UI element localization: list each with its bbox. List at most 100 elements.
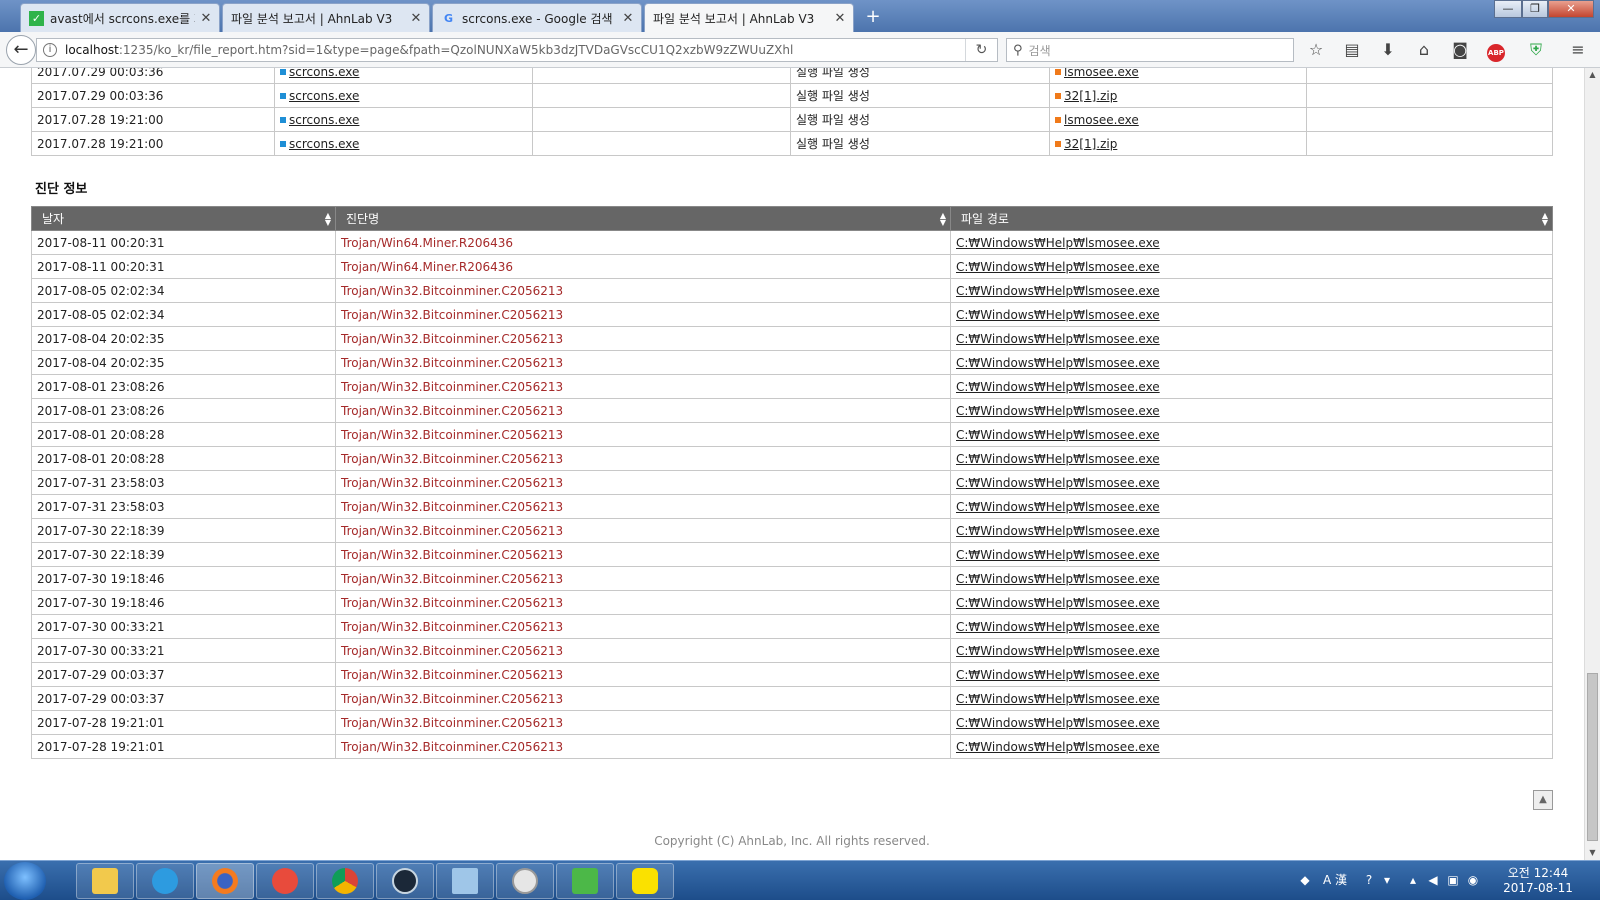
taskbar-ccleaner[interactable]: [256, 863, 314, 899]
file-path-link[interactable]: C:₩Windows₩Help₩lsmosee.exe: [956, 380, 1160, 394]
search-input[interactable]: ⚲ 검색: [1006, 38, 1294, 62]
close-tab-icon[interactable]: ✕: [621, 11, 635, 26]
close-tab-icon[interactable]: ✕: [199, 11, 213, 26]
taskbar-chrome[interactable]: [316, 863, 374, 899]
column-header-path[interactable]: 파일 경로 ▲ ▼: [950, 206, 1553, 231]
file-path-link[interactable]: C:₩Windows₩Help₩lsmosee.exe: [956, 668, 1160, 682]
diagnosis-path: C:₩Windows₩Help₩lsmosee.exe: [950, 566, 1553, 591]
file-path-link[interactable]: C:₩Windows₩Help₩lsmosee.exe: [956, 308, 1160, 322]
scrollbar-thumb[interactable]: [1587, 673, 1598, 841]
tab-report-1[interactable]: 파일 분석 보고서 | AhnLab V3 ✕: [222, 3, 430, 32]
activity-blank: [532, 68, 791, 84]
diagnosis-name: Trojan/Win32.Bitcoinminer.C2056213: [335, 638, 951, 663]
scroll-to-top-button[interactable]: ▲: [1533, 790, 1553, 810]
taskbar-speed[interactable]: [496, 863, 554, 899]
close-tab-icon[interactable]: ✕: [409, 11, 423, 26]
file-path-link[interactable]: C:₩Windows₩Help₩lsmosee.exe: [956, 500, 1160, 514]
file-path-link[interactable]: C:₩Windows₩Help₩lsmosee.exe: [956, 476, 1160, 490]
adblock-icon[interactable]: ABP: [1482, 40, 1510, 62]
diagnosis-path: C:₩Windows₩Help₩lsmosee.exe: [950, 470, 1553, 495]
file-path-link[interactable]: C:₩Windows₩Help₩lsmosee.exe: [956, 452, 1160, 466]
process-link[interactable]: scrcons.exe: [289, 89, 359, 103]
file-path-link[interactable]: C:₩Windows₩Help₩lsmosee.exe: [956, 428, 1160, 442]
column-header-date[interactable]: 날자 ▲ ▼: [31, 206, 336, 231]
tab-report-active[interactable]: 파일 분석 보고서 | AhnLab V3 ✕: [644, 3, 854, 33]
file-path-link[interactable]: C:₩Windows₩Help₩lsmosee.exe: [956, 260, 1160, 274]
diagnosis-date: 2017-07-30 22:18:39: [31, 542, 336, 567]
file-square-icon: [1055, 117, 1061, 123]
taskbar-firefox[interactable]: [196, 863, 254, 899]
new-tab-button[interactable]: +: [862, 5, 884, 29]
file-path-link[interactable]: C:₩Windows₩Help₩lsmosee.exe: [956, 332, 1160, 346]
url-bar[interactable]: i localhost:1235/ko_kr/file_report.htm?s…: [36, 38, 998, 62]
scroll-up-arrow[interactable]: ▲: [1585, 68, 1600, 82]
tab-google-search[interactable]: G scrcons.exe - Google 검색 ✕: [432, 3, 642, 32]
taskbar-steam[interactable]: [376, 863, 434, 899]
process-square-icon: [280, 93, 286, 99]
pocket-icon[interactable]: ◙: [1450, 40, 1470, 60]
target-file-link[interactable]: lsmosee.exe: [1064, 113, 1139, 127]
file-path-link[interactable]: C:₩Windows₩Help₩lsmosee.exe: [956, 596, 1160, 610]
file-path-link[interactable]: C:₩Windows₩Help₩lsmosee.exe: [956, 620, 1160, 634]
tab-avast[interactable]: ✓ avast에서 scrcons.exe를 지속 ✕: [20, 3, 220, 32]
bookmark-star-icon[interactable]: ☆: [1306, 40, 1326, 60]
activity-target: lsmosee.exe: [1049, 107, 1307, 132]
file-path-link[interactable]: C:₩Windows₩Help₩lsmosee.exe: [956, 692, 1160, 706]
activity-process: scrcons.exe: [274, 83, 533, 108]
show-hidden-icons[interactable]: ▴: [1405, 872, 1421, 888]
file-path-link[interactable]: C:₩Windows₩Help₩lsmosee.exe: [956, 404, 1160, 418]
ime-indicator[interactable]: A 漢: [1315, 872, 1355, 888]
file-path-link[interactable]: C:₩Windows₩Help₩lsmosee.exe: [956, 572, 1160, 586]
taskbar-internet-explorer[interactable]: [136, 863, 194, 899]
minimize-button[interactable]: —: [1494, 0, 1522, 18]
file-path-link[interactable]: C:₩Windows₩Help₩lsmosee.exe: [956, 356, 1160, 370]
column-header-name[interactable]: 진단명 ▲ ▼: [335, 206, 951, 231]
file-path-link[interactable]: C:₩Windows₩Help₩lsmosee.exe: [956, 716, 1160, 730]
scroll-down-arrow[interactable]: ▼: [1585, 846, 1600, 860]
security-shield-icon[interactable]: ⛨: [1526, 40, 1546, 60]
file-path-link[interactable]: C:₩Windows₩Help₩lsmosee.exe: [956, 548, 1160, 562]
reading-list-icon[interactable]: ▤: [1342, 40, 1362, 60]
site-info-icon[interactable]: i: [43, 43, 57, 57]
network-icon[interactable]: ▣: [1445, 872, 1461, 888]
menu-icon[interactable]: ≡: [1568, 40, 1588, 60]
download-icon[interactable]: ⬇: [1378, 40, 1398, 60]
taskbar-clock[interactable]: 오전 12:44 2017-08-11: [1498, 866, 1578, 896]
file-path-link[interactable]: C:₩Windows₩Help₩lsmosee.exe: [956, 644, 1160, 658]
diagnosis-path: C:₩Windows₩Help₩lsmosee.exe: [950, 422, 1553, 447]
update-icon[interactable]: ◉: [1465, 872, 1481, 888]
close-window-button[interactable]: ✕: [1548, 0, 1594, 18]
file-path-link[interactable]: C:₩Windows₩Help₩lsmosee.exe: [956, 740, 1160, 754]
target-file-link[interactable]: 32[1].zip: [1064, 89, 1117, 103]
tray-settings-icon[interactable]: ▾: [1379, 872, 1395, 888]
process-link[interactable]: scrcons.exe: [289, 113, 359, 127]
home-icon[interactable]: ⌂: [1414, 40, 1434, 60]
reload-icon[interactable]: ↻: [965, 39, 997, 61]
taskbar-notepad[interactable]: [436, 863, 494, 899]
file-path-link[interactable]: C:₩Windows₩Help₩lsmosee.exe: [956, 284, 1160, 298]
target-file-link[interactable]: 32[1].zip: [1064, 137, 1117, 151]
target-file-link[interactable]: lsmosee.exe: [1064, 68, 1139, 79]
volume-icon[interactable]: ◀: [1425, 872, 1441, 888]
taskbar-v3[interactable]: [556, 863, 614, 899]
diagnosis-row: 2017-07-31 23:58:03 Trojan/Win32.Bitcoinm…: [31, 494, 1553, 519]
vertical-scrollbar[interactable]: ▲ ▼: [1584, 68, 1600, 860]
back-button[interactable]: ←: [6, 35, 36, 65]
restore-button[interactable]: ❐: [1522, 0, 1548, 18]
taskbar-kakaotalk[interactable]: [616, 863, 674, 899]
help-icon[interactable]: ?: [1361, 872, 1377, 888]
language-bar-icon[interactable]: ◆: [1297, 872, 1313, 888]
taskbar-explorer[interactable]: [76, 863, 134, 899]
activity-extra: [1306, 83, 1553, 108]
file-path-link[interactable]: C:₩Windows₩Help₩lsmosee.exe: [956, 524, 1160, 538]
file-path-link[interactable]: C:₩Windows₩Help₩lsmosee.exe: [956, 236, 1160, 250]
explorer-icon: [92, 868, 118, 894]
diagnosis-date: 2017-08-01 23:08:26: [31, 398, 336, 423]
close-tab-icon[interactable]: ✕: [833, 11, 847, 26]
process-link[interactable]: scrcons.exe: [289, 137, 359, 151]
diagnosis-date: 2017-08-01 20:08:28: [31, 422, 336, 447]
diagnosis-date: 2017-07-30 22:18:39: [31, 518, 336, 543]
process-link[interactable]: scrcons.exe: [289, 68, 359, 79]
start-button[interactable]: [4, 862, 46, 900]
sort-icon: ▲ ▼: [1541, 211, 1548, 227]
